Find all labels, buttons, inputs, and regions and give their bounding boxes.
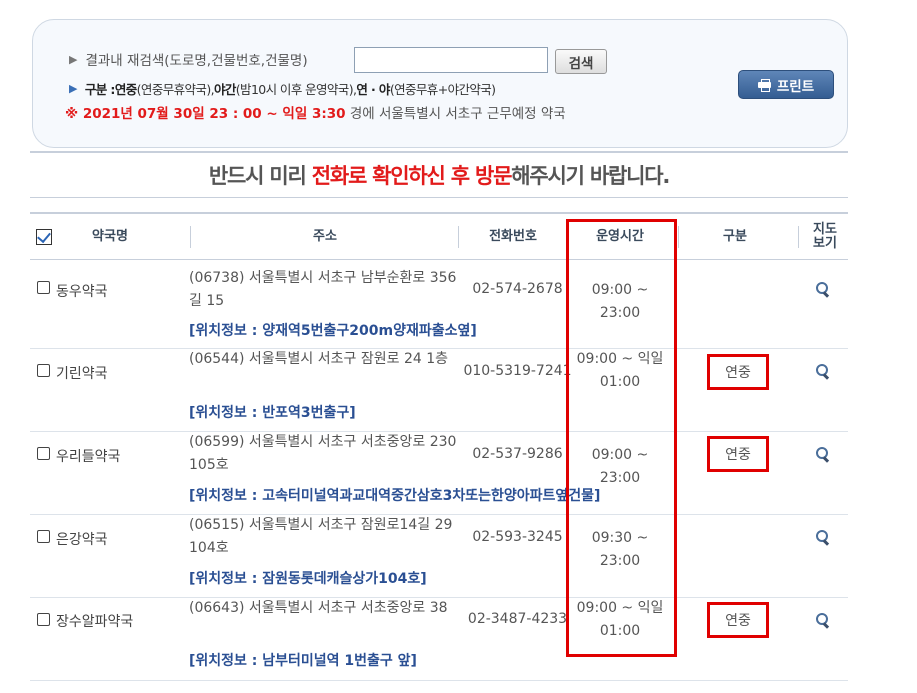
row-checkbox[interactable] xyxy=(37,530,50,543)
legend-desc-both: (연중무휴+야간약국) xyxy=(389,82,496,97)
pharmacy-location: [위치정보 : 남부터미널역 1번출구 앞] xyxy=(189,653,417,669)
table-row: 기린약국 (06544) 서울특별시 서초구 잠원로 24 1층 010-531… xyxy=(30,349,848,432)
pharmacy-hours: 09:00 ~ 익일 01:00 xyxy=(576,351,664,390)
pharmacy-phone: 02-574-2678 xyxy=(472,281,563,297)
period-region: 경에 서울특별시 서초구 근무예정 약국 xyxy=(345,106,566,122)
pharmacy-phone: 02-593-3245 xyxy=(472,529,563,545)
pharmacy-name: 우리들약국 xyxy=(56,449,121,465)
pharmacy-location: [위치정보 : 고속터미널역과교대역중간삼호3차또는한양아파트옆건물] xyxy=(189,488,601,504)
notice-banner: 반드시 미리 전화로 확인하신 후 방문해주시기 바랍니다. xyxy=(30,160,848,190)
type-legend: ▶ 구분 : 연중 (연중무휴약국), 야간 (밤10시 이후 운영약국), 연 ·… xyxy=(69,79,496,98)
search-button[interactable]: 검색 xyxy=(555,49,607,74)
pharmacy-address: (06544) 서울특별시 서초구 잠원로 24 1층 xyxy=(189,351,448,367)
type-badge: 연중 xyxy=(707,354,769,390)
pharmacy-phone: 02-3487-4233 xyxy=(467,611,568,627)
pharmacy-name: 은강약국 xyxy=(56,532,108,548)
search-row: ▶ 결과내 재검색(도로명,건물번호,건물명) xyxy=(69,49,308,70)
row-checkbox[interactable] xyxy=(37,364,50,377)
pharmacy-address: (06738) 서울특별시 서초구 남부순환로 356길 15 xyxy=(189,270,457,309)
map-search-icon[interactable] xyxy=(816,530,830,544)
print-button[interactable]: 프린트 xyxy=(738,70,834,99)
header-hours: 운영시간 xyxy=(596,229,644,244)
column-divider xyxy=(568,226,569,248)
triangle-bullet-icon: ▶ xyxy=(69,82,77,95)
pharmacy-address: (06515) 서울특별시 서초구 잠원로14길 29 104호 xyxy=(189,517,453,556)
legend-term-yagan: 야간 xyxy=(213,82,236,97)
pharmacy-name: 동우약국 xyxy=(56,284,108,300)
printer-icon xyxy=(757,79,771,92)
period-datetime: ※ 2021년 07월 30일 23 : 00 ~ 익일 3:30 xyxy=(65,106,346,122)
pharmacy-location: [위치정보 : 반포역3번출구] xyxy=(189,405,356,421)
table-header: 약국명 주소 전화번호 운영시간 구분 지도보기 xyxy=(30,214,848,260)
map-search-icon[interactable] xyxy=(816,447,830,461)
header-name: 약국명 xyxy=(92,229,128,244)
period-info: ※ 2021년 07월 30일 23 : 00 ~ 익일 3:30 경에 서울특… xyxy=(65,102,566,122)
column-divider xyxy=(798,226,799,248)
row-checkbox[interactable] xyxy=(37,447,50,460)
divider xyxy=(30,197,848,198)
pharmacy-hours: 09:30 ~ 23:00 xyxy=(591,530,649,569)
pharmacy-address: (06643) 서울특별시 서초구 서초중앙로 38 xyxy=(189,600,448,616)
table-row: 장수알파약국 (06643) 서울특별시 서초구 서초중앙로 38 02-348… xyxy=(30,598,848,681)
type-badge: 연중 xyxy=(707,436,769,472)
legend-term-both: 연 · 야 xyxy=(356,82,390,97)
header-map: 지도보기 xyxy=(813,222,837,251)
pharmacy-location: [위치정보 : 양재역5번출구200m양재파출소옆] xyxy=(189,323,477,339)
pharmacy-location: [위치정보 : 잠원동롯데캐슬상가104호] xyxy=(189,571,427,587)
legend-term-yeonjung: 연중 xyxy=(114,82,137,97)
notice-part-a: 반드시 미리 xyxy=(208,164,312,188)
select-all-checkbox[interactable] xyxy=(36,229,52,245)
legend-desc-yagan: (밤10시 이후 운영약국), xyxy=(235,82,357,97)
legend-desc-yeonjung: (연중무휴약국), xyxy=(136,82,215,97)
pharmacy-hours: 09:00 ~ 23:00 xyxy=(591,447,649,486)
map-search-icon[interactable] xyxy=(816,282,830,296)
print-button-label: 프린트 xyxy=(776,78,815,95)
table-row: 은강약국 (06515) 서울특별시 서초구 잠원로14길 29 104호 02… xyxy=(30,515,848,598)
search-label: 결과내 재검색(도로명,건물번호,건물명) xyxy=(85,53,308,69)
legend-prefix: 구분 : xyxy=(84,82,116,97)
map-search-icon[interactable] xyxy=(816,613,830,627)
pharmacy-phone: 010-5319-7241 xyxy=(463,363,572,379)
notice-part-c: 해주시기 바랍니다. xyxy=(511,164,670,188)
header-type: 구분 xyxy=(723,229,747,244)
search-panel: ▶ 결과내 재검색(도로명,건물번호,건물명) 검색 ▶ 구분 : 연중 (연중무… xyxy=(32,19,848,148)
type-badge: 연중 xyxy=(707,602,769,638)
row-checkbox[interactable] xyxy=(37,613,50,626)
pharmacy-address: (06599) 서울특별시 서초구 서초중앙로 230 105호 xyxy=(189,434,457,473)
notice-emphasis: 전화로 확인하신 후 방문 xyxy=(311,164,513,188)
search-input[interactable] xyxy=(354,47,548,73)
divider xyxy=(30,151,848,153)
pharmacy-name: 기린약국 xyxy=(56,366,108,382)
header-phone: 전화번호 xyxy=(489,229,537,244)
pharmacy-hours: 09:00 ~ 23:00 xyxy=(591,282,649,321)
triangle-bullet-icon: ▶ xyxy=(69,52,78,66)
table-row: 우리들약국 (06599) 서울특별시 서초구 서초중앙로 230 105호 0… xyxy=(30,432,848,515)
table-row: 동우약국 (06738) 서울특별시 서초구 남부순환로 356길 15 02-… xyxy=(30,261,848,349)
pharmacy-hours: 09:00 ~ 익일 01:00 xyxy=(576,600,664,639)
header-address: 주소 xyxy=(313,229,337,244)
pharmacy-phone: 02-537-9286 xyxy=(472,446,563,462)
map-search-icon[interactable] xyxy=(816,364,830,378)
pharmacy-name: 장수알파약국 xyxy=(56,614,134,630)
row-checkbox[interactable] xyxy=(37,281,50,294)
column-divider xyxy=(678,226,679,248)
